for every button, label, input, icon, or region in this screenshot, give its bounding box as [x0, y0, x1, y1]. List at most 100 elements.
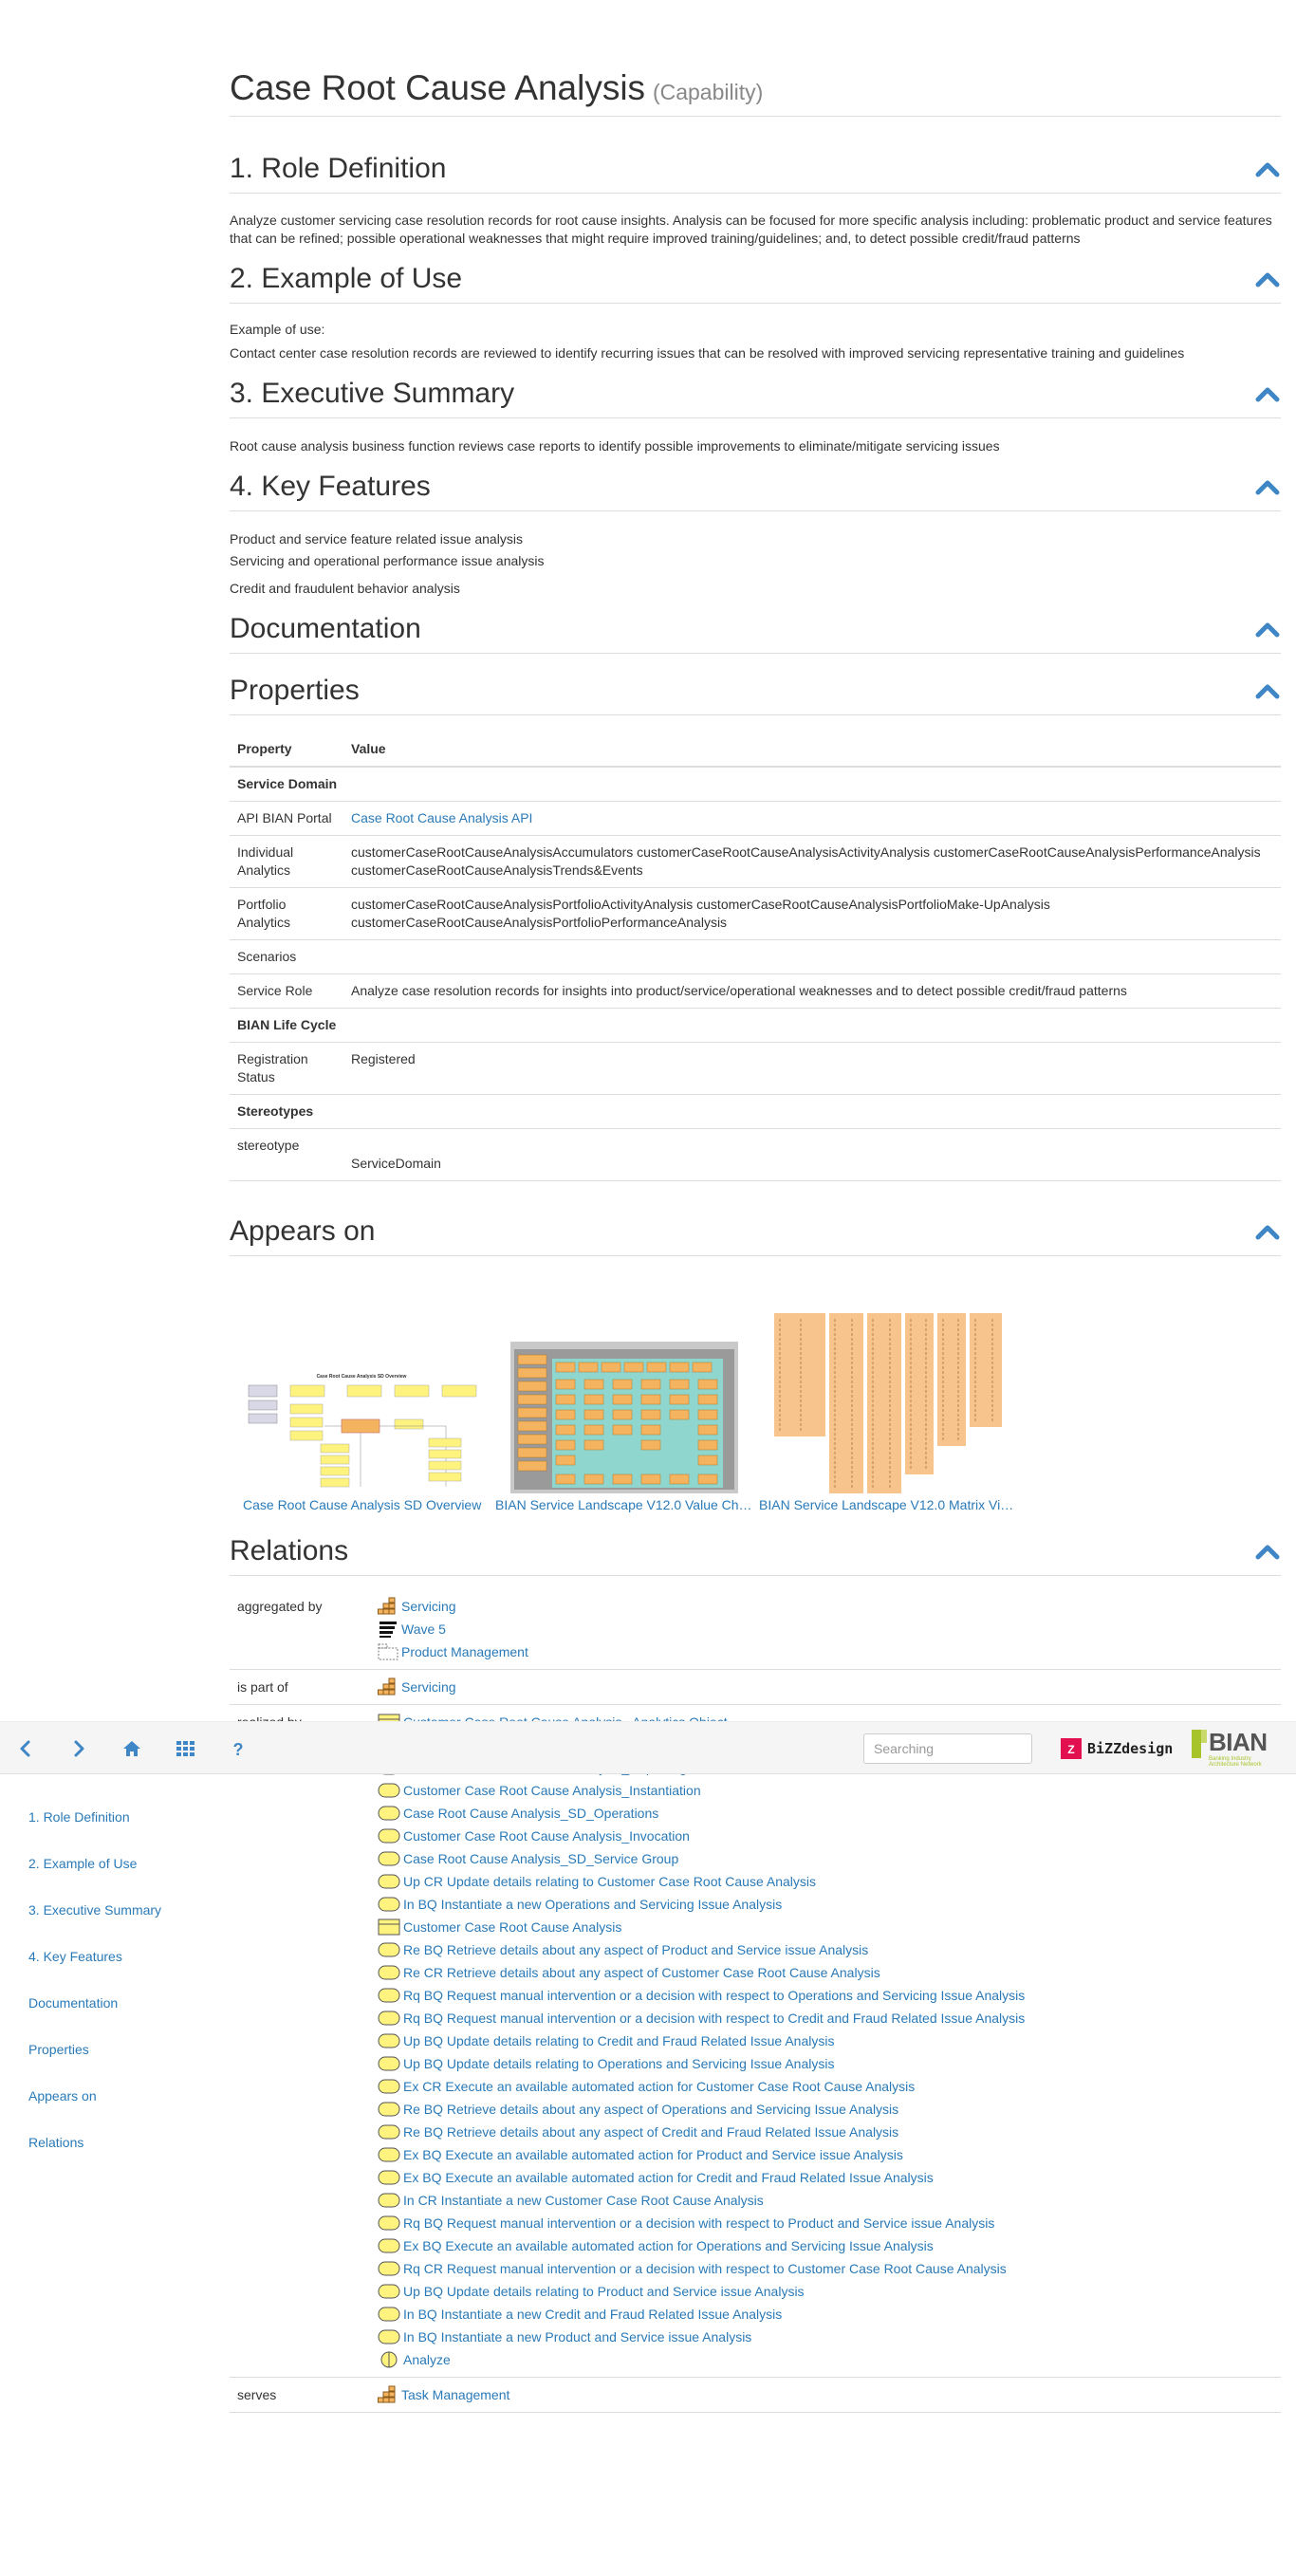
relation-link[interactable]: Up CR Update details relating to Custome… [403, 1870, 816, 1893]
relation-item[interactable]: Re BQ Retrieve details about any aspect … [378, 2098, 1273, 2121]
relation-link[interactable]: Rq CR Request manual intervention or a d… [403, 2257, 1007, 2280]
relation-item[interactable]: Product Management [378, 1640, 1273, 1663]
relation-link[interactable]: Case Root Cause Analysis_SD_Operations [403, 1802, 658, 1825]
relation-item[interactable]: Servicing [378, 1676, 1273, 1698]
chevron-up-icon[interactable] [1254, 158, 1281, 179]
chevron-up-icon[interactable] [1254, 269, 1281, 289]
relation-link[interactable]: Up BQ Update details relating to Operati… [403, 2052, 834, 2075]
chevron-up-icon[interactable] [1254, 1221, 1281, 1242]
relation-link[interactable]: Re CR Retrieve details about any aspect … [403, 1961, 880, 1984]
relation-item[interactable]: Up BQ Update details relating to Product… [378, 2280, 1273, 2303]
relation-item[interactable]: Rq BQ Request manual intervention or a d… [378, 2212, 1273, 2234]
relation-link[interactable]: Rq BQ Request manual intervention or a d… [403, 2007, 1025, 2029]
relation-item[interactable]: Customer Case Root Cause Analysis_Invoca… [378, 1825, 1273, 1847]
grid-menu-icon[interactable] [174, 1737, 196, 1760]
relation-item[interactable]: Rq BQ Request manual intervention or a d… [378, 1984, 1273, 2007]
back-arrow-icon[interactable] [14, 1737, 37, 1760]
relation-link[interactable]: Ex CR Execute an available automated act… [403, 2075, 915, 2098]
relation-link[interactable]: Customer Case Root Cause Analysis [403, 1916, 621, 1938]
diagram-thumbnail-matrix[interactable] [772, 1309, 1005, 1494]
chevron-up-icon[interactable] [1254, 680, 1281, 701]
relation-link[interactable]: In BQ Instantiate a new Operations and S… [403, 1893, 782, 1916]
relation-item[interactable]: Ex BQ Execute an available automated act… [378, 2166, 1273, 2189]
relation-item[interactable]: Up CR Update details relating to Custome… [378, 1870, 1273, 1893]
relation-link[interactable]: Up BQ Update details relating to Product… [403, 2280, 805, 2303]
nav-item-example-of-use[interactable]: 2. Example of Use [28, 1849, 218, 1896]
relation-link[interactable]: Re BQ Retrieve details about any aspect … [403, 1938, 868, 1961]
relation-link[interactable]: Rq BQ Request manual intervention or a d… [403, 2212, 994, 2234]
nav-item-executive-summary[interactable]: 3. Executive Summary [28, 1896, 218, 1942]
relation-item[interactable]: Ex BQ Execute an available automated act… [378, 2143, 1273, 2166]
relation-link[interactable]: In BQ Instantiate a new Product and Serv… [403, 2326, 751, 2348]
relation-item[interactable]: Up BQ Update details relating to Credit … [378, 2029, 1273, 2052]
relation-item[interactable]: Wave 5 [378, 1618, 1273, 1640]
relation-item[interactable]: Case Root Cause Analysis_SD_Service Grou… [378, 1847, 1273, 1870]
diagram-link-value-chain[interactable]: BIAN Service Landscape V12.0 Value Ch… [495, 1497, 753, 1512]
relation-item[interactable]: Customer Case Root Cause Analysis [378, 1916, 1273, 1938]
property-name: Scenarios [230, 939, 343, 974]
bizzdesign-logo[interactable]: Z BiZZdesign [1061, 1737, 1173, 1760]
diagram-thumbnail-sd-overview[interactable]: Case Root Cause Analysis SD Overview [243, 1368, 480, 1492]
diagram-link-sd-overview[interactable]: Case Root Cause Analysis SD Overview [243, 1497, 490, 1512]
section-title: Documentation [230, 613, 421, 644]
relation-link[interactable]: Product Management [401, 1640, 528, 1663]
relation-link[interactable]: Wave 5 [401, 1618, 446, 1640]
relation-link[interactable]: Ex BQ Execute an available automated act… [403, 2166, 934, 2189]
relation-link[interactable]: Re BQ Retrieve details about any aspect … [403, 2098, 898, 2121]
home-icon[interactable] [120, 1737, 143, 1760]
bian-logo[interactable]: BIAN Banking Industry Architecture Netwo… [1192, 1728, 1279, 1770]
relation-link[interactable]: Ex BQ Execute an available automated act… [403, 2143, 903, 2166]
chevron-up-icon[interactable] [1254, 383, 1281, 404]
relation-item[interactable]: Re BQ Retrieve details about any aspect … [378, 2121, 1273, 2143]
nav-item-role-definition[interactable]: 1. Role Definition [28, 1803, 218, 1849]
relation-link[interactable]: Case Root Cause Analysis_SD_Service Grou… [403, 1847, 678, 1870]
relation-link[interactable]: In BQ Instantiate a new Credit and Fraud… [403, 2303, 782, 2326]
chevron-up-icon[interactable] [1254, 619, 1281, 639]
search-input[interactable] [863, 1733, 1032, 1764]
relation-item[interactable]: Re BQ Retrieve details about any aspect … [378, 1938, 1273, 1961]
relation-item[interactable]: Customer Case Root Cause Analysis_Instan… [378, 1779, 1273, 1802]
relation-link[interactable]: Servicing [401, 1595, 456, 1618]
relation-link[interactable]: Task Management [401, 2383, 509, 2406]
relation-item[interactable]: In BQ Instantiate a new Product and Serv… [378, 2326, 1273, 2348]
relation-item[interactable]: Rq BQ Request manual intervention or a d… [378, 2007, 1273, 2029]
relation-link[interactable]: Re BQ Retrieve details about any aspect … [403, 2121, 898, 2143]
relation-item[interactable]: Ex CR Execute an available automated act… [378, 2075, 1273, 2098]
api-link[interactable]: Case Root Cause Analysis API [351, 810, 532, 825]
forward-arrow-icon[interactable] [67, 1737, 90, 1760]
relation-link[interactable]: Customer Case Root Cause Analysis_Invoca… [403, 1825, 690, 1847]
nav-item-properties[interactable]: Properties [28, 2035, 218, 2082]
key-feature-item: Credit and fraudulent behavior analysis [230, 581, 460, 596]
relation-item[interactable]: Rq CR Request manual intervention or a d… [378, 2257, 1273, 2280]
help-icon[interactable]: ? [227, 1737, 250, 1760]
relation-item[interactable]: In CR Instantiate a new Customer Case Ro… [378, 2189, 1273, 2212]
nav-item-documentation[interactable]: Documentation [28, 1989, 218, 2035]
relation-link[interactable]: Up BQ Update details relating to Credit … [403, 2029, 834, 2052]
diagram-thumbnail-value-chain[interactable] [510, 1342, 738, 1493]
stereotype-value: ServiceDomain [351, 1156, 441, 1171]
relation-item[interactable]: Up BQ Update details relating to Operati… [378, 2052, 1273, 2075]
relation-item[interactable]: Re CR Retrieve details about any aspect … [378, 1961, 1273, 1984]
relation-link[interactable]: Customer Case Root Cause Analysis_Instan… [403, 1779, 701, 1802]
nav-item-relations[interactable]: Relations [28, 2128, 218, 2175]
appears-on-thumbnails: Case Root Cause Analysis SD Overview Cas… [230, 1256, 1281, 1512]
nav-item-key-features[interactable]: 4. Key Features [28, 1942, 218, 1989]
relation-link[interactable]: Ex BQ Execute an available automated act… [403, 2234, 934, 2257]
key-features-list: Product and service feature related issu… [230, 530, 1281, 598]
chevron-up-icon[interactable] [1254, 1541, 1281, 1562]
nav-item-appears-on[interactable]: Appears on [28, 2082, 218, 2128]
relation-item[interactable]: In BQ Instantiate a new Credit and Fraud… [378, 2303, 1273, 2326]
relation-item[interactable]: Servicing [378, 1595, 1273, 1618]
relation-link[interactable]: In CR Instantiate a new Customer Case Ro… [403, 2189, 764, 2212]
diagram-link-matrix[interactable]: BIAN Service Landscape V12.0 Matrix Vi… [759, 1497, 1017, 1512]
relation-link[interactable]: Analyze [403, 2348, 451, 2371]
relation-list: Servicing [378, 1676, 1273, 1698]
relation-item[interactable]: Case Root Cause Analysis_SD_Operations [378, 1802, 1273, 1825]
relation-item[interactable]: Ex BQ Execute an available automated act… [378, 2234, 1273, 2257]
relation-link[interactable]: Rq BQ Request manual intervention or a d… [403, 1984, 1025, 2007]
relation-item[interactable]: Analyze [378, 2348, 1273, 2371]
relation-item[interactable]: Task Management [378, 2383, 1273, 2406]
relation-item[interactable]: In BQ Instantiate a new Operations and S… [378, 1893, 1273, 1916]
chevron-up-icon[interactable] [1254, 476, 1281, 497]
relation-link[interactable]: Servicing [401, 1676, 456, 1698]
